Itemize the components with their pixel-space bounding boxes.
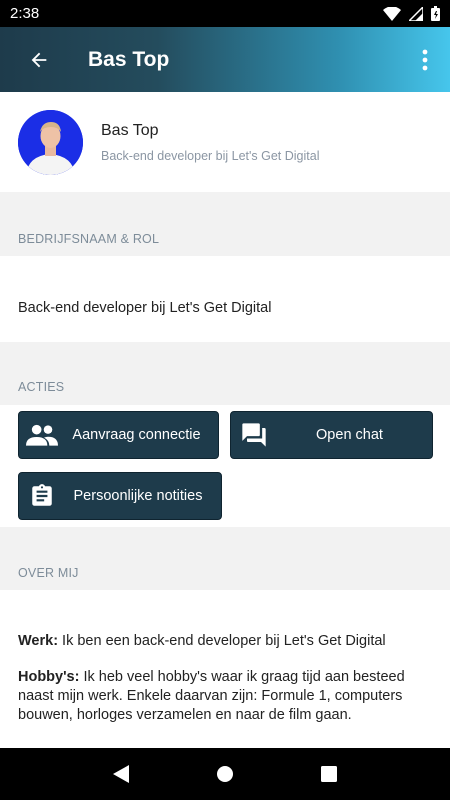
personal-notes-button[interactable]: Persoonlijke notities: [18, 472, 222, 520]
company-role-card: Back-end developer bij Let's Get Digital: [0, 256, 450, 342]
werk-label: Werk:: [18, 633, 59, 649]
signal-icon: [409, 6, 423, 21]
hobbys-label: Hobby's:: [18, 669, 80, 685]
wifi-icon: [383, 6, 401, 21]
more-vert-icon: [422, 49, 428, 70]
status-icons: [383, 6, 440, 21]
arrow-back-icon: [31, 52, 47, 67]
about-card: Werk: Ik ben een back-end developer bij …: [0, 590, 450, 748]
status-time: 2:38: [10, 5, 40, 22]
battery-icon: [431, 6, 440, 21]
section-header-actions: ACTIES: [18, 380, 65, 394]
about-hobbys: Hobby's: Ik heb veel hobby's waar ik gra…: [18, 668, 430, 725]
system-nav-bar: [0, 748, 450, 800]
avatar-person-icon: [18, 109, 83, 175]
section-header-company-role: BEDRIJFSNAAM & ROL: [18, 232, 160, 246]
company-role-value: Back-end developer bij Let's Get Digital: [18, 300, 272, 316]
section-header-about: OVER MIJ: [18, 566, 79, 580]
more-options-button[interactable]: [400, 27, 450, 92]
request-connection-label: Aanvraag connectie: [72, 426, 201, 443]
request-connection-button[interactable]: Aanvraag connectie: [18, 411, 219, 459]
people-icon: [19, 424, 65, 446]
nav-home-icon[interactable]: [216, 765, 234, 783]
profile-subtitle: Back-end developer bij Let's Get Digital: [101, 148, 320, 163]
chat-icon: [231, 421, 277, 449]
app-bar: Bas Top: [0, 27, 450, 92]
open-chat-label: Open chat: [316, 426, 383, 443]
status-bar: 2:38: [0, 0, 450, 27]
profile-card: Bas Top Back-end developer bij Let's Get…: [0, 92, 450, 192]
profile-name: Bas Top: [101, 121, 159, 139]
back-button[interactable]: [0, 27, 76, 92]
about-werk: Werk: Ik ben een back-end developer bij …: [18, 632, 430, 651]
nav-recents-icon[interactable]: [320, 766, 337, 782]
personal-notes-label: Persoonlijke notities: [73, 487, 203, 504]
clipboard-icon: [19, 482, 65, 510]
open-chat-button[interactable]: Open chat: [230, 411, 433, 459]
nav-back-icon[interactable]: [113, 765, 130, 783]
werk-text: Ik ben een back-end developer bij Let's …: [58, 633, 386, 649]
page-title: Bas Top: [88, 47, 170, 71]
avatar[interactable]: [18, 109, 83, 175]
